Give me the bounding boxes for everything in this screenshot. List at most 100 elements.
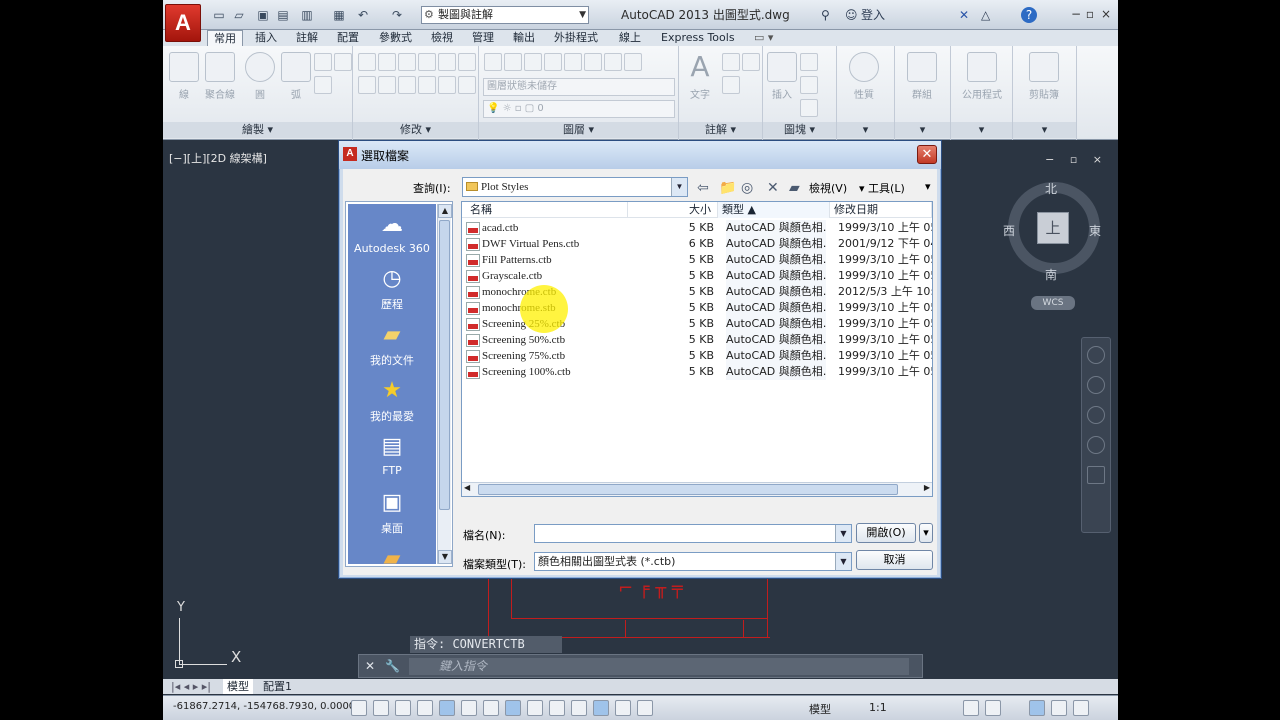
redo-icon[interactable]: ↷ xyxy=(389,7,405,23)
open-icon[interactable]: ▱ xyxy=(231,7,247,23)
print-icon[interactable]: ▦ xyxy=(331,7,347,23)
circle-tool[interactable]: 圓 xyxy=(243,52,277,101)
new-icon[interactable]: ▭ xyxy=(211,7,227,23)
command-input[interactable]: 鍵入指令 xyxy=(409,658,909,675)
grid-button[interactable] xyxy=(395,700,411,716)
file-list-hscrollbar[interactable]: ◀ ▶ xyxy=(462,482,932,496)
viewcube-south[interactable]: 南 xyxy=(1045,266,1057,283)
user-icon[interactable]: ☺ xyxy=(845,7,858,23)
3dosnap-button[interactable] xyxy=(483,700,499,716)
snap-button[interactable] xyxy=(373,700,389,716)
table-icon[interactable] xyxy=(722,76,740,94)
tab-nav-arrows[interactable]: |◂ ◂ ▸ ▸| xyxy=(167,679,215,694)
delete-icon[interactable]: ✕ xyxy=(767,180,779,196)
workspace-switch-icon[interactable] xyxy=(963,700,979,716)
column-size[interactable]: 大小 xyxy=(628,202,718,218)
viewcube-north[interactable]: 北 xyxy=(1045,180,1057,197)
help-icon[interactable]: ? xyxy=(1021,7,1037,23)
place-favorites[interactable]: ★ 我的最愛 xyxy=(348,378,436,424)
views-menu[interactable]: 檢視(V) xyxy=(809,180,847,196)
file-row[interactable]: Fill Patterns.ctb 5 KB AutoCAD 與顏色相… 1999/3… xyxy=(462,252,932,268)
layer-unlock-icon[interactable] xyxy=(604,53,622,71)
column-name[interactable]: 名稱 xyxy=(462,202,628,218)
steering-wheel-icon[interactable] xyxy=(1087,346,1105,364)
edit-block-icon[interactable] xyxy=(800,76,818,94)
line-tool[interactable]: 線 xyxy=(167,52,201,101)
viewcube-west[interactable]: 西 xyxy=(1003,222,1015,239)
dyn-button[interactable] xyxy=(549,700,565,716)
wcs-menu[interactable]: WCS xyxy=(1031,296,1075,310)
coordinate-readout[interactable]: -61867.2714, -154768.7930, 0.0000 xyxy=(173,701,355,712)
erase-icon[interactable] xyxy=(418,53,436,71)
polar-button[interactable] xyxy=(439,700,455,716)
close-icon[interactable]: ✕ xyxy=(365,659,375,673)
selection-cycling-button[interactable] xyxy=(637,700,653,716)
tab-online[interactable]: 線上 xyxy=(613,30,647,46)
place-my-documents[interactable]: ▰ 我的文件 xyxy=(348,322,436,368)
new-folder-icon[interactable]: ▰ xyxy=(789,180,800,196)
open-button[interactable]: 開啟(O) xyxy=(856,523,916,543)
hatch-icon[interactable] xyxy=(334,53,352,71)
viewcube-east[interactable]: 東 xyxy=(1089,222,1101,239)
binoculars-icon[interactable]: ⚲ xyxy=(821,7,830,23)
zoom-icon[interactable] xyxy=(1087,406,1105,424)
wrench-icon[interactable]: 🔧 xyxy=(385,659,400,673)
tab-parametric[interactable]: 參數式 xyxy=(373,30,418,46)
file-row[interactable]: Screening 75%.ctb 5 KB AutoCAD 與顏色相… 1999/3… xyxy=(462,348,932,364)
create-block-icon[interactable] xyxy=(800,53,818,71)
up-folder-icon[interactable]: 📁 xyxy=(719,180,736,196)
filename-input[interactable]: ▼ xyxy=(534,524,852,543)
panel-draw-title[interactable]: 繪製 ▾ xyxy=(163,122,352,138)
group-tool[interactable]: 群組 xyxy=(905,52,939,101)
infer-constraints-button[interactable] xyxy=(351,700,367,716)
model-space-toggle[interactable]: 模型 xyxy=(809,701,831,717)
panel-utilities-title[interactable]: ▾ xyxy=(951,122,1012,138)
isolate-objects-icon[interactable] xyxy=(1051,700,1067,716)
annotation-scale[interactable]: 1:1 xyxy=(869,701,887,714)
panel-properties-title[interactable]: ▾ xyxy=(837,122,894,138)
a360-icon[interactable]: △ xyxy=(981,7,990,23)
tools-menu[interactable]: ▾ 工具(L) xyxy=(859,180,905,196)
panel-layers-title[interactable]: 圖層 ▾ xyxy=(479,122,678,138)
layer-isolate-icon[interactable] xyxy=(524,53,542,71)
tab-insert[interactable]: 插入 xyxy=(249,30,283,46)
place-autodesk-360[interactable]: ☁ Autodesk 360 xyxy=(348,212,436,255)
explode-icon[interactable] xyxy=(378,76,396,94)
panel-annotation-title[interactable]: 註解 ▾ xyxy=(679,122,762,138)
properties-tool[interactable]: 性質 xyxy=(847,52,881,101)
file-row[interactable]: acad.ctb 5 KB AutoCAD 與顏色相… 1999/3/10 上午 05… xyxy=(462,220,932,236)
chevron-down-icon[interactable]: ▼ xyxy=(835,525,851,542)
dimension-icon[interactable] xyxy=(722,53,740,71)
file-row[interactable]: DWF Virtual Pens.ctb 6 KB AutoCAD 與顏色相… 200… xyxy=(462,236,932,252)
saveas-icon[interactable]: ▤ xyxy=(275,7,291,23)
scroll-down-icon[interactable]: ▼ xyxy=(438,550,452,564)
panel-modify-title[interactable]: 修改 ▾ xyxy=(353,122,478,138)
leader-icon[interactable] xyxy=(742,53,760,71)
otrack-button[interactable] xyxy=(505,700,521,716)
orbit-icon[interactable] xyxy=(1087,436,1105,454)
place-history[interactable]: ◷ 歷程 xyxy=(348,266,436,312)
mirror-icon[interactable] xyxy=(458,53,476,71)
fillet-icon[interactable] xyxy=(358,76,376,94)
text-tool[interactable]: A 文字 xyxy=(683,52,717,102)
tab-view[interactable]: 檢視 xyxy=(425,30,459,46)
viewport-window-controls[interactable]: − ▫ × xyxy=(1045,153,1108,166)
ucs-button[interactable] xyxy=(527,700,543,716)
back-icon[interactable]: ⇦ xyxy=(697,180,709,196)
cancel-button[interactable]: 取消 xyxy=(856,550,933,570)
undo-icon[interactable]: ↶ xyxy=(355,7,371,23)
trim-icon[interactable] xyxy=(398,53,416,71)
open-options-button[interactable]: ▾ xyxy=(919,523,933,543)
tab-output[interactable]: 輸出 xyxy=(507,30,541,46)
ribbon-options-icon[interactable]: ▭ ▾ xyxy=(748,30,779,46)
lineweight-button[interactable] xyxy=(571,700,587,716)
place-desktop[interactable]: ▣ 桌面 xyxy=(348,490,436,536)
publish-icon[interactable]: ▥ xyxy=(299,7,315,23)
attribute-icon[interactable] xyxy=(800,99,818,117)
panel-block-title[interactable]: 圖塊 ▾ xyxy=(763,122,836,138)
insert-tool[interactable]: 插入 xyxy=(765,52,799,101)
clean-screen-icon[interactable] xyxy=(1073,700,1089,716)
ortho-button[interactable] xyxy=(417,700,433,716)
tools-dropdown-arrow[interactable]: ▾ xyxy=(925,180,931,193)
tab-home[interactable]: 常用 xyxy=(207,30,243,46)
